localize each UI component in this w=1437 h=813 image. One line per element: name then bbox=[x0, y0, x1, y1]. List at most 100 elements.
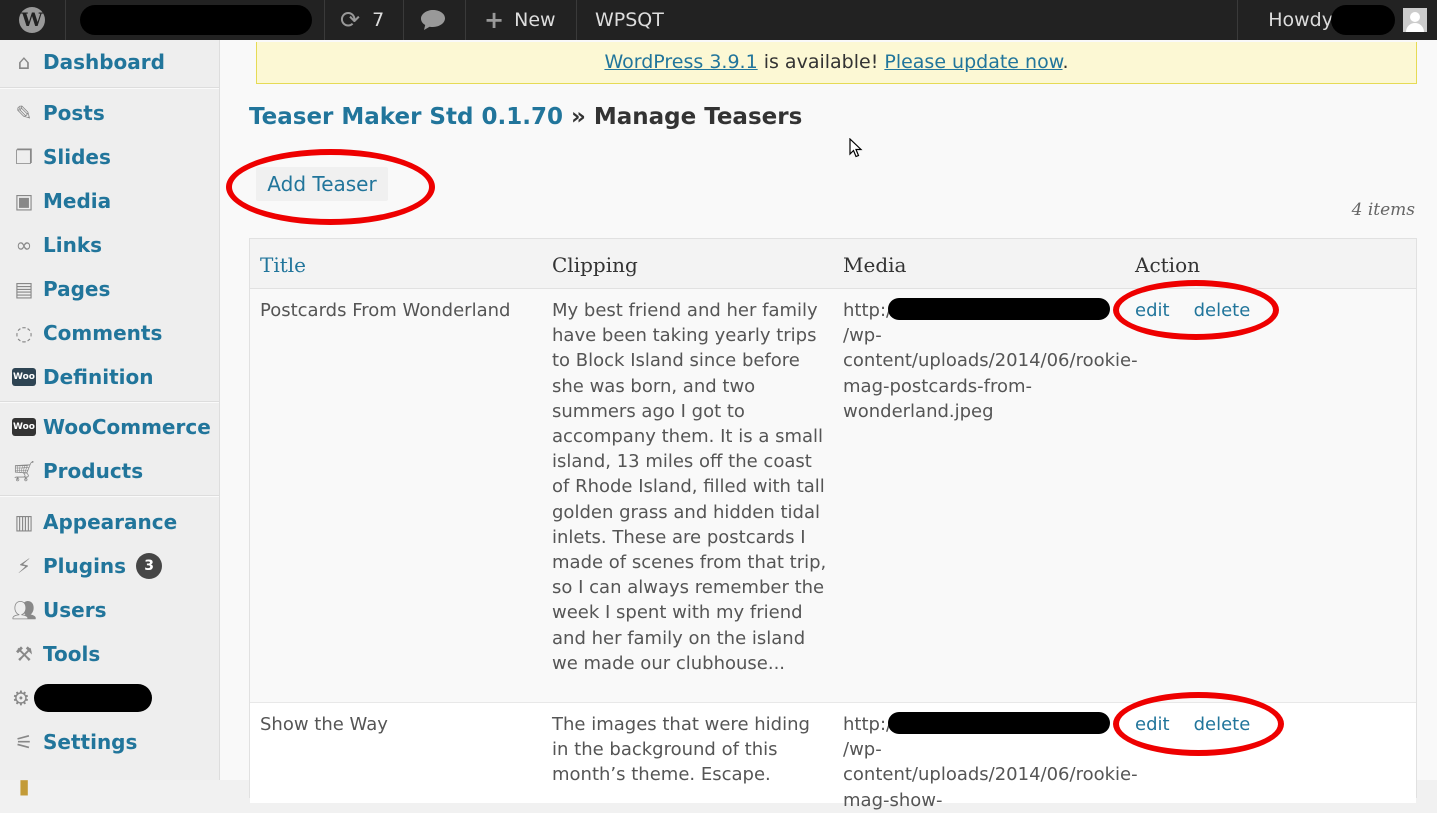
admin-bar: W ⟳ 7 + New WPSQT Howdy, bbox=[0, 0, 1437, 40]
wordpress-version-link[interactable]: WordPress 3.9.1 bbox=[604, 51, 757, 73]
notice-end: . bbox=[1062, 51, 1069, 73]
sidebar-item-pages[interactable]: ▤ Pages bbox=[0, 267, 219, 311]
teaser-media: http:/ /wp-content/uploads/2014/06/rooki… bbox=[843, 298, 1138, 424]
new-label: New bbox=[514, 9, 556, 31]
sidebar-item-label: Media bbox=[43, 189, 112, 213]
admin-sidebar: ⌂ Dashboard ✎ Posts ❐ Slides ▣ Media ∞ L… bbox=[0, 40, 220, 798]
sidebar-item-label: Links bbox=[43, 233, 103, 257]
wordpress-logo-icon[interactable]: W bbox=[12, 0, 52, 40]
updates-count: 7 bbox=[372, 9, 385, 31]
teaser-title: Show the Way bbox=[260, 714, 388, 735]
users-icon: 👥︎ bbox=[11, 598, 37, 622]
column-header-title[interactable]: Title bbox=[260, 253, 306, 277]
teaser-title: Postcards From Wonderland bbox=[260, 300, 511, 321]
sidebar-item-settings[interactable]: ⚟ Settings bbox=[0, 720, 219, 764]
sidebar-item-users[interactable]: 👥︎ Users bbox=[0, 588, 219, 632]
sidebar-item-label: Appearance bbox=[43, 510, 178, 534]
sidebar-item-label: Settings bbox=[43, 730, 138, 754]
sidebar-item-dashboard[interactable]: ⌂ Dashboard bbox=[0, 40, 219, 84]
redacted-domain bbox=[888, 298, 1111, 320]
redacted-menu-label bbox=[34, 684, 152, 712]
teaser-media: http:/ /wp-content/uploads/2014/06/rooki… bbox=[843, 712, 1138, 813]
sidebar-item-cut-off[interactable]: ▮ bbox=[0, 764, 219, 808]
menu-separator bbox=[0, 495, 219, 497]
sidebar-item-links[interactable]: ∞ Links bbox=[0, 223, 219, 267]
sidebar-item-label: Plugins bbox=[43, 554, 127, 578]
media-url-prefix: http:/ bbox=[843, 714, 893, 735]
gear-icon: ⚙︎ bbox=[12, 686, 30, 710]
admin-bar-divider bbox=[465, 0, 466, 40]
sidebar-item-comments[interactable]: ◌ Comments bbox=[0, 311, 219, 355]
account-menu[interactable]: Howdy, bbox=[1268, 0, 1427, 40]
sidebar-item-posts[interactable]: ✎ Posts bbox=[0, 91, 219, 135]
comment-icon: ◌ bbox=[15, 321, 33, 345]
column-header-media: Media bbox=[843, 253, 907, 277]
updates-button[interactable]: ⟳ 7 bbox=[340, 0, 384, 40]
sidebar-item-label: Users bbox=[43, 598, 107, 622]
tools-icon: ⚒︎ bbox=[15, 642, 33, 666]
media-url-path: /wp-content/uploads/2014/06/rookie-mag-s… bbox=[843, 739, 1138, 811]
woo-icon: Woo bbox=[10, 413, 38, 441]
admin-bar-divider bbox=[1237, 0, 1238, 40]
comment-bubble-icon bbox=[421, 10, 445, 30]
sidebar-item-label: Pages bbox=[43, 277, 111, 301]
sidebar-item-label: WooCommerce bbox=[43, 415, 211, 439]
menu-icon: ▮ bbox=[18, 774, 30, 798]
menu-separator bbox=[0, 401, 219, 403]
plugin-name-link[interactable]: Teaser Maker Std 0.1.70 bbox=[249, 104, 563, 130]
page-title: Teaser Maker Std 0.1.70 » Manage Teasers bbox=[249, 104, 802, 130]
admin-bar-divider bbox=[576, 0, 577, 40]
admin-bar-divider bbox=[403, 0, 404, 40]
update-now-link[interactable]: Please update now bbox=[884, 51, 1062, 73]
redacted-domain bbox=[888, 712, 1111, 734]
sidebar-item-woocommerce[interactable]: Woo WooCommerce bbox=[0, 405, 219, 449]
wpsqt-menu[interactable]: WPSQT bbox=[595, 0, 664, 40]
comments-button[interactable] bbox=[420, 0, 446, 40]
admin-bar-divider bbox=[324, 0, 325, 40]
site-name-redacted[interactable] bbox=[80, 0, 312, 40]
teaser-clipping: My best friend and her family have been … bbox=[552, 300, 827, 674]
media-icon: ▣ bbox=[14, 189, 34, 213]
settings-icon: ⚟ bbox=[15, 730, 33, 754]
wpsqt-label: WPSQT bbox=[595, 9, 664, 31]
teaser-clipping: The images that were hiding in the backg… bbox=[552, 714, 810, 786]
sidebar-item-redacted[interactable]: ⚙︎ bbox=[0, 676, 219, 720]
sidebar-item-slides[interactable]: ❐ Slides bbox=[0, 135, 219, 179]
sidebar-item-label: Products bbox=[43, 459, 144, 483]
annotation-circle bbox=[1113, 692, 1284, 756]
sidebar-item-label: Dashboard bbox=[43, 50, 165, 74]
appearance-icon: ▥ bbox=[14, 510, 34, 534]
pin-icon: ✎ bbox=[15, 101, 33, 125]
new-content-button[interactable]: + New bbox=[484, 0, 556, 40]
sidebar-item-label: Posts bbox=[43, 101, 105, 125]
menu-separator bbox=[0, 87, 219, 89]
sidebar-item-products[interactable]: 🛒︎ Products bbox=[0, 449, 219, 493]
sidebar-item-plugins[interactable]: ⚡︎ Plugins 3 bbox=[0, 544, 219, 588]
column-header-clipping: Clipping bbox=[552, 253, 638, 277]
pages-icon: ▤ bbox=[14, 277, 34, 301]
update-notice: WordPress 3.9.1 is available! Please upd… bbox=[256, 42, 1417, 84]
sidebar-item-appearance[interactable]: ▥ Appearance bbox=[0, 500, 219, 544]
cart-icon: 🛒︎ bbox=[11, 459, 37, 483]
column-header-action: Action bbox=[1135, 253, 1200, 277]
main-content: WordPress 3.9.1 is available! Please upd… bbox=[220, 40, 1437, 811]
howdy-label: Howdy, bbox=[1268, 9, 1339, 31]
slides-icon: ❐ bbox=[15, 145, 33, 169]
page-heading: Manage Teasers bbox=[593, 104, 803, 130]
sidebar-item-label: Slides bbox=[43, 145, 111, 169]
sidebar-item-media[interactable]: ▣ Media bbox=[0, 179, 219, 223]
media-url-prefix: http:/ bbox=[843, 300, 893, 321]
woo-icon: Woo bbox=[10, 363, 38, 391]
refresh-icon: ⟳ bbox=[340, 6, 361, 34]
sidebar-item-definition[interactable]: Woo Definition bbox=[0, 355, 219, 399]
sidebar-item-label: Tools bbox=[43, 642, 101, 666]
link-icon: ∞ bbox=[15, 233, 33, 257]
annotation-circle bbox=[226, 149, 435, 225]
title-separator: » bbox=[562, 104, 594, 130]
sidebar-item-tools[interactable]: ⚒︎ Tools bbox=[0, 632, 219, 676]
mouse-cursor-icon bbox=[849, 138, 863, 158]
plus-icon: + bbox=[484, 6, 505, 34]
dashboard-icon: ⌂ bbox=[17, 50, 31, 74]
items-count: 4 items bbox=[1351, 200, 1415, 220]
plugin-icon: ⚡︎ bbox=[16, 554, 32, 578]
